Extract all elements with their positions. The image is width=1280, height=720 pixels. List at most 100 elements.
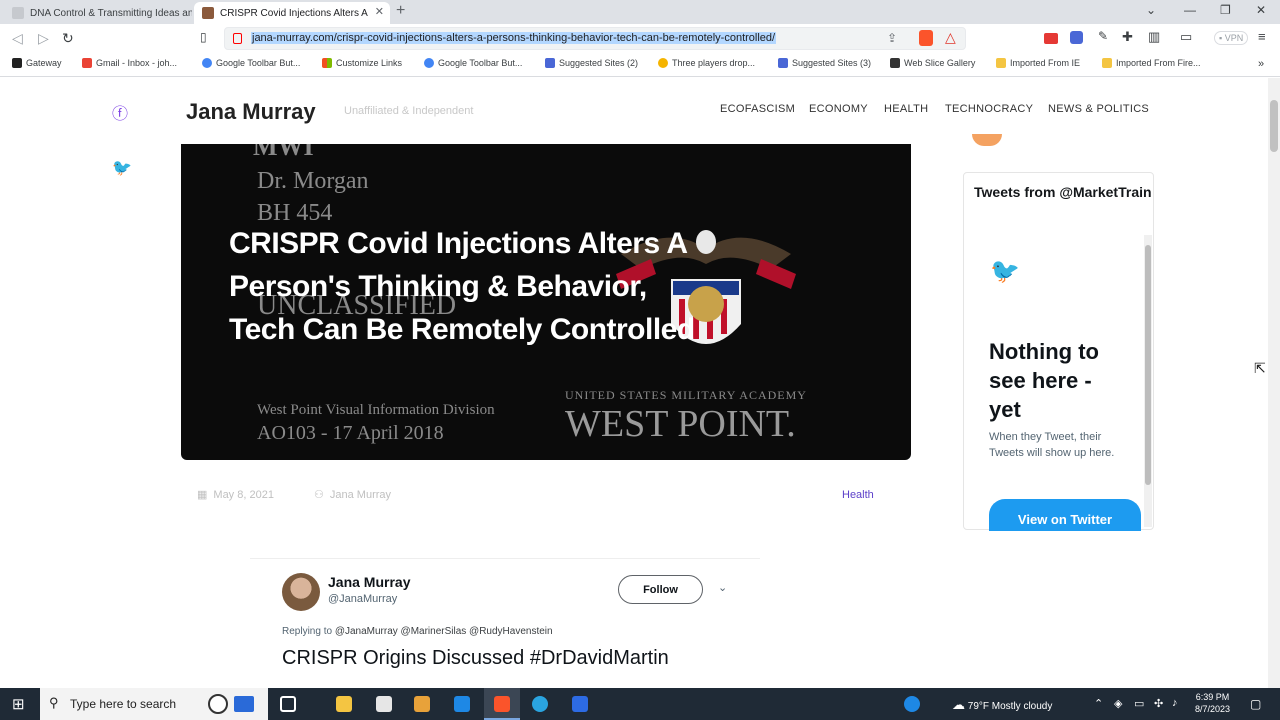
- menu-icon[interactable]: ≡: [1258, 29, 1266, 44]
- media-icon[interactable]: [414, 696, 430, 712]
- nav-ecofascism[interactable]: ECOFASCISM: [720, 103, 795, 115]
- weather-widget[interactable]: ☁ 79°F Mostly cloudy: [952, 697, 1052, 713]
- reply-handles[interactable]: @JanaMurray @MarinerSilas @RudyHavenstei…: [335, 626, 553, 637]
- network-icon[interactable]: ◈: [1114, 697, 1122, 710]
- calendar-icon: ▦: [197, 489, 208, 501]
- widget-decoration: [972, 134, 1002, 146]
- nav-health[interactable]: HEALTH: [884, 103, 928, 115]
- store-icon[interactable]: [376, 696, 392, 712]
- page-scrollbar[interactable]: [1268, 78, 1280, 688]
- widget-title: Tweets from @MarketTrain: [974, 184, 1152, 200]
- url-text[interactable]: jana-murray.com/crispr-covid-injections-…: [251, 32, 777, 44]
- search-highlight-icon: [234, 696, 254, 712]
- web-page: ⓕ 🐦 Jana Murray Unaffiliated & Independe…: [0, 78, 1280, 688]
- windows-start-icon[interactable]: ⊞: [12, 695, 25, 713]
- address-bar[interactable]: jana-murray.com/crispr-covid-injections-…: [224, 27, 966, 50]
- translate-icon[interactable]: [1070, 31, 1083, 44]
- embedded-tweet: Jana Murray @JanaMurray Follow ⌄ Replyin…: [250, 558, 760, 688]
- chevron-down-icon[interactable]: ⌄: [718, 581, 727, 594]
- bookmark-icon[interactable]: ▯: [200, 30, 207, 44]
- empty-text: When they Tweet, their Tweets will show …: [989, 431, 1115, 459]
- extension-icon[interactable]: [1044, 33, 1058, 44]
- bookmark-gmail[interactable]: Gmail - Inbox - joh...: [82, 58, 177, 68]
- view-on-twitter-button[interactable]: View on Twitter: [989, 499, 1141, 531]
- brave-rewards-icon[interactable]: △: [945, 29, 956, 46]
- search-icon: [778, 58, 788, 68]
- avatar[interactable]: [282, 573, 320, 611]
- tray-overflow-icon[interactable]: ⌃: [1094, 697, 1103, 710]
- bookmark-imported-ie[interactable]: Imported From IE: [996, 58, 1080, 68]
- tab-favicon: [202, 7, 214, 19]
- page-scroll-thumb[interactable]: [1270, 100, 1278, 152]
- bookmark-customize-links[interactable]: Customize Links: [322, 58, 402, 68]
- maximize-button[interactable]: ❐: [1220, 3, 1231, 17]
- tab-dna-control[interactable]: DNA Control & Transmitting Ideas an: [4, 2, 192, 24]
- file-explorer-icon[interactable]: [336, 696, 352, 712]
- bookmarks-overflow-icon[interactable]: »: [1258, 58, 1264, 70]
- nav-economy[interactable]: ECONOMY: [809, 103, 868, 115]
- bookmark-google-toolbar-2[interactable]: Google Toolbar But...: [424, 58, 522, 68]
- twitter-bird-icon: 🐦: [990, 258, 1020, 285]
- pen-icon[interactable]: ✎: [1098, 29, 1108, 43]
- bookmark-google-toolbar-1[interactable]: Google Toolbar But...: [202, 58, 300, 68]
- taskbar-search[interactable]: ⚲ Type here to search: [40, 688, 268, 720]
- bookmark-suggested-sites-3[interactable]: Suggested Sites (3): [778, 58, 871, 68]
- widget-scroll-thumb[interactable]: [1145, 245, 1151, 485]
- site-title[interactable]: Jana Murray: [186, 99, 316, 125]
- tweet-text: CRISPR Origins Discussed #DrDavidMartin: [282, 647, 669, 669]
- share-icon[interactable]: ⇪: [887, 31, 897, 45]
- facebook-icon[interactable]: ⓕ: [112, 100, 128, 124]
- wallet-icon[interactable]: ▭: [1180, 29, 1192, 45]
- edge-icon[interactable]: [532, 696, 548, 712]
- hero-bg-text: West Point Visual Information Division: [257, 402, 495, 418]
- notifications-icon[interactable]: ▢: [1250, 697, 1261, 711]
- forward-icon[interactable]: ▷: [38, 30, 49, 47]
- hero-bg-text: WEST POINT.: [565, 403, 796, 445]
- post-author[interactable]: ⚇ Jana Murray: [314, 488, 391, 502]
- task-view-icon[interactable]: [280, 696, 296, 712]
- minimize-button[interactable]: —: [1184, 3, 1196, 17]
- brave-shield-icon[interactable]: [919, 30, 933, 46]
- soccer-ball-icon: [208, 694, 228, 714]
- google-icon: [202, 58, 212, 68]
- vpn-button[interactable]: ▪ VPN: [1214, 31, 1249, 45]
- bookmark-suggested-sites-2[interactable]: Suggested Sites (2): [545, 58, 638, 68]
- bookmark-web-slice-gallery[interactable]: Web Slice Gallery: [890, 58, 975, 68]
- system-clock[interactable]: 6:39 PM 8/7/2023: [1195, 691, 1230, 715]
- battery-icon[interactable]: ▭: [1134, 697, 1144, 710]
- bookmarks-bar: Gateway Gmail - Inbox - joh... Google To…: [0, 53, 1280, 77]
- tweet-author-name[interactable]: Jana Murray: [328, 574, 410, 590]
- bookmark-three-players[interactable]: Three players drop...: [658, 58, 755, 68]
- hero-bg-text: AO103 - 17 April 2018: [257, 422, 444, 444]
- bookmark-gateway[interactable]: Gateway: [12, 58, 62, 68]
- volume-icon[interactable]: ♪: [1172, 697, 1178, 709]
- taskbar-search-placeholder: Type here to search: [70, 697, 177, 711]
- post-category[interactable]: Health: [842, 489, 874, 501]
- google-icon: [424, 58, 434, 68]
- close-tab-icon[interactable]: ✕: [375, 5, 384, 18]
- tab-crispr[interactable]: CRISPR Covid Injections Alters A ✕: [194, 2, 390, 24]
- reload-icon[interactable]: ↻: [62, 30, 74, 47]
- bookmark-imported-firefox[interactable]: Imported From Fire...: [1102, 58, 1201, 68]
- close-window-button[interactable]: ✕: [1256, 3, 1266, 17]
- gmail-icon: [82, 58, 92, 68]
- new-tab-button[interactable]: +: [396, 2, 405, 20]
- mail-icon[interactable]: [454, 696, 470, 712]
- nav-technocracy[interactable]: TECHNOCRACY: [945, 103, 1033, 115]
- wifi-icon[interactable]: ✣: [1154, 697, 1163, 710]
- follow-button[interactable]: Follow: [618, 575, 703, 604]
- sidebar-icon[interactable]: ▥: [1148, 29, 1160, 45]
- twitter-icon[interactable]: 🐦: [112, 158, 132, 178]
- help-icon[interactable]: [904, 696, 920, 712]
- puzzle-icon[interactable]: ✚: [1122, 29, 1133, 45]
- back-icon[interactable]: ◁: [12, 30, 23, 47]
- news-icon: [658, 58, 668, 68]
- hero-bg-text: Dr. Morgan: [257, 168, 369, 194]
- cloud-icon: ☁: [952, 697, 965, 712]
- nav-news-politics[interactable]: NEWS & POLITICS: [1048, 103, 1149, 115]
- tab-search-icon[interactable]: ⌄: [1146, 3, 1156, 17]
- brave-taskbar-button[interactable]: [484, 688, 520, 720]
- zoom-icon[interactable]: [572, 696, 588, 712]
- tweet-author-handle[interactable]: @JanaMurray: [328, 593, 397, 605]
- widget-scrollbar[interactable]: [1144, 235, 1152, 527]
